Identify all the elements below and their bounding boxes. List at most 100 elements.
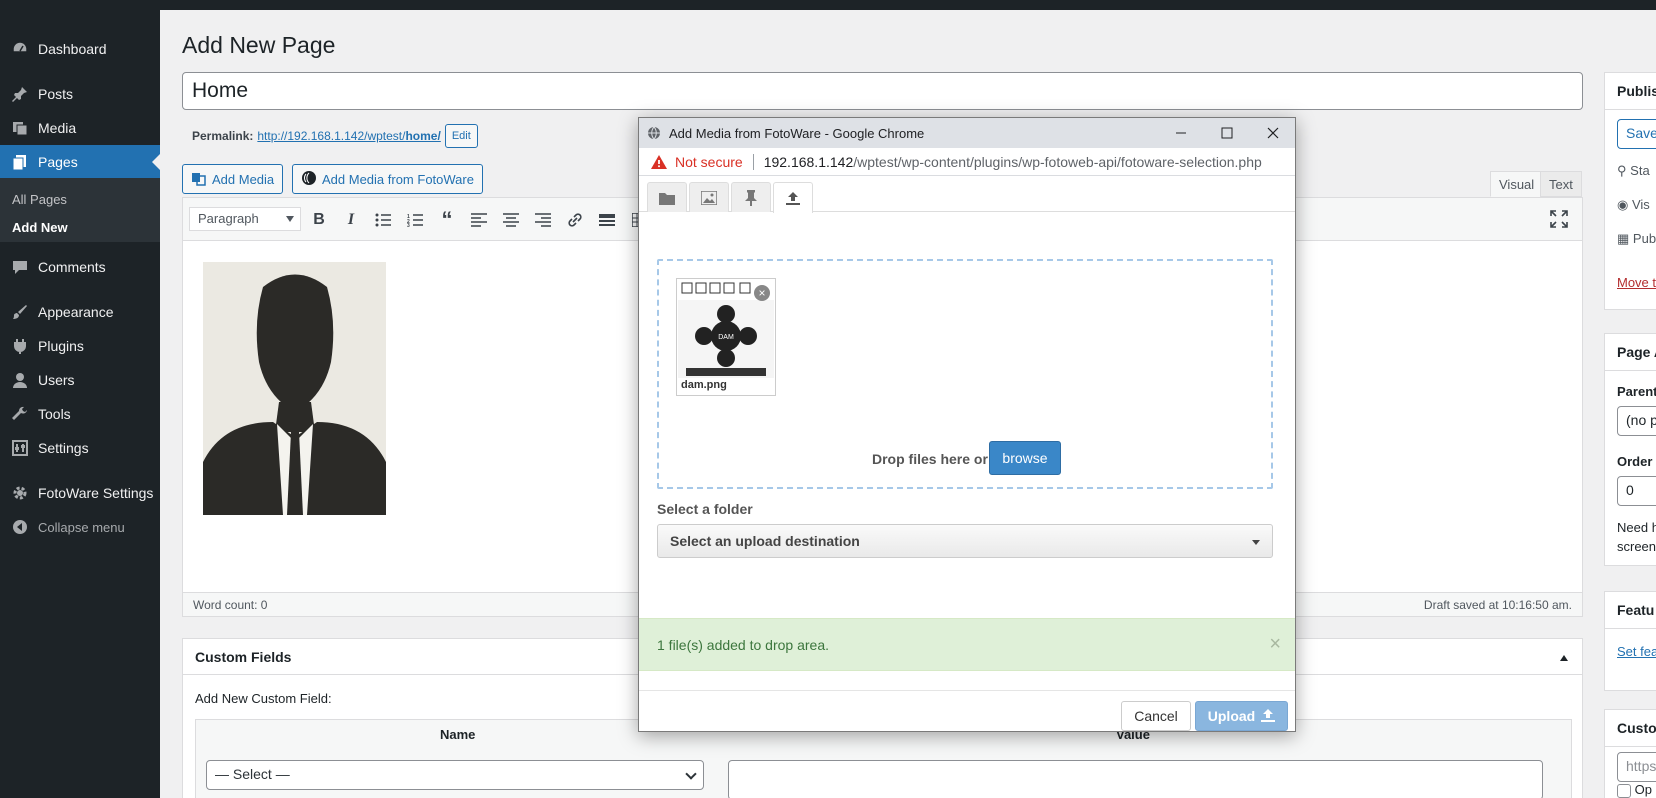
status-label: ⚲ Sta	[1617, 163, 1650, 178]
save-draft-button[interactable]: Save	[1617, 119, 1656, 149]
maximize-icon[interactable]	[1217, 123, 1237, 143]
collapse-label: Collapse menu	[38, 519, 125, 535]
featured-image-box: Featu Set fea	[1604, 591, 1656, 691]
parent-label: Parent	[1617, 384, 1656, 399]
success-alert: 1 file(s) added to drop area. ×	[639, 618, 1295, 671]
active-arrow	[152, 154, 160, 170]
wrench-icon	[10, 404, 30, 424]
screen-text: screen	[1617, 539, 1656, 554]
browse-button[interactable]: browse	[989, 441, 1061, 475]
warning-icon	[651, 154, 667, 169]
add-media-button[interactable]: Add Media	[182, 164, 284, 194]
close-alert-icon[interactable]: ×	[1269, 633, 1281, 656]
sidebar-item-settings[interactable]: Settings	[0, 431, 160, 465]
format-select[interactable]: Paragraph	[189, 207, 301, 231]
custom-field-value-input[interactable]	[728, 760, 1543, 798]
sidebar-item-label: Tools	[38, 406, 71, 422]
visibility-label: ◉ Vis	[1617, 197, 1650, 212]
upload-icon[interactable]	[773, 182, 813, 213]
publish-box: Publish Save ⚲ Sta ◉ Vis ▦ Pub Move t	[1604, 72, 1656, 310]
pin-icon[interactable]	[731, 182, 771, 212]
bold-icon[interactable]: B	[309, 210, 329, 230]
align-center-icon[interactable]	[501, 210, 521, 230]
custom-checkbox-label[interactable]: Op	[1617, 782, 1652, 798]
post-title-input[interactable]	[182, 72, 1583, 110]
drop-area[interactable]: DAM × dam.png Drop files here or browse	[657, 259, 1273, 489]
window-titlebar: Add Media from FotoWare - Google Chrome	[639, 118, 1295, 148]
italic-icon[interactable]: I	[341, 210, 361, 230]
plugin-icon	[10, 336, 30, 356]
submenu-all-pages[interactable]: All Pages	[12, 192, 67, 207]
word-count: Word count: 0	[193, 598, 268, 612]
parent-select[interactable]: (no p	[1617, 406, 1656, 436]
eye-icon: ◉	[1617, 197, 1629, 212]
chevron-down-icon	[685, 768, 697, 780]
minimize-icon[interactable]	[1171, 123, 1191, 143]
close-icon[interactable]	[1263, 123, 1283, 143]
sidebar-item-appearance[interactable]: Appearance	[0, 295, 160, 329]
custom-field-name-select[interactable]: — Select —	[206, 760, 704, 790]
sidebar-item-label: Users	[38, 372, 75, 388]
sidebar-item-tools[interactable]: Tools	[0, 397, 160, 431]
draft-saved-status: Draft saved at 10:16:50 am.	[1423, 598, 1572, 612]
custom-box: Custo https Op	[1604, 709, 1656, 798]
remove-file-icon[interactable]: ×	[754, 285, 770, 301]
fullscreen-icon[interactable]	[1550, 210, 1570, 230]
cancel-button[interactable]: Cancel	[1121, 701, 1191, 731]
sidebar-item-media[interactable]: Media	[0, 111, 160, 145]
sidebar-item-label: FotoWare Settings	[38, 485, 154, 501]
link-icon[interactable]	[565, 210, 585, 230]
tab-visual[interactable]: Visual	[1490, 171, 1544, 197]
svg-text:3: 3	[407, 223, 410, 227]
publish-label: ▦ Pub	[1617, 231, 1656, 246]
sidebar-item-comments[interactable]: Comments	[0, 250, 160, 284]
gear-icon	[10, 483, 30, 503]
sidebar-item-pages[interactable]: Pages	[0, 145, 160, 179]
collapse-menu-button[interactable]: Collapse menu	[0, 510, 160, 544]
sidebar-item-fotoware-settings[interactable]: FotoWare Settings	[0, 476, 160, 510]
sidebar-item-dashboard[interactable]: Dashboard	[0, 32, 160, 66]
image-icon[interactable]	[689, 182, 729, 212]
fotoware-icon	[301, 170, 317, 189]
page-attributes-box: Page A Parent (no p Order 0 Need h scree…	[1604, 333, 1656, 566]
add-media-fotoware-button[interactable]: Add Media from FotoWare	[292, 164, 483, 194]
upload-button[interactable]: Upload	[1195, 701, 1288, 731]
move-to-trash-link[interactable]: Move t	[1617, 275, 1656, 290]
address-bar[interactable]: Not secure 192.168.1.142/wptest/wp-conte…	[639, 148, 1295, 176]
folder-icon[interactable]	[647, 182, 687, 212]
blockquote-icon[interactable]: “	[437, 207, 457, 232]
numbered-list-icon[interactable]: 123	[405, 210, 425, 230]
sidebar-item-label: Pages	[38, 154, 78, 170]
sidebar-item-users[interactable]: Users	[0, 363, 160, 397]
submenu-add-new[interactable]: Add New	[12, 220, 68, 235]
read-more-icon[interactable]	[597, 210, 617, 230]
permalink-link[interactable]: http://192.168.1.142/wptest/home/	[257, 129, 440, 143]
sidebar-item-posts[interactable]: Posts	[0, 77, 160, 111]
divider	[1605, 628, 1656, 629]
bullet-list-icon[interactable]	[373, 210, 393, 230]
calendar-icon: ▦	[1617, 231, 1630, 246]
set-featured-image-link[interactable]: Set fea	[1617, 644, 1656, 659]
sidebar-item-label: Appearance	[38, 304, 114, 320]
pin-icon	[10, 84, 30, 104]
align-right-icon[interactable]	[533, 210, 553, 230]
not-secure-label: Not secure	[675, 153, 743, 170]
order-input[interactable]: 0	[1617, 476, 1656, 506]
divider	[1605, 746, 1656, 747]
portrait-image[interactable]	[203, 262, 386, 515]
tab-text[interactable]: Text	[1540, 171, 1582, 197]
collapse-toggle-icon[interactable]	[1560, 655, 1568, 661]
pages-icon	[10, 152, 30, 172]
custom-url-input[interactable]: https	[1617, 752, 1656, 782]
align-left-icon[interactable]	[469, 210, 489, 230]
sidebar-item-plugins[interactable]: Plugins	[0, 329, 160, 363]
upload-destination-select[interactable]: Select an upload destination	[657, 524, 1273, 558]
sidebar-item-label: Plugins	[38, 338, 84, 354]
file-thumbnail[interactable]: DAM × dam.png	[676, 278, 776, 396]
admin-bar	[0, 0, 1656, 10]
url-text: 192.168.1.142/wptest/wp-content/plugins/…	[763, 153, 1262, 170]
permalink-edit-button[interactable]: Edit	[444, 124, 478, 148]
media-icon	[10, 118, 30, 138]
sidebar-item-label: Posts	[38, 86, 74, 102]
page-title: Add New Page	[182, 32, 336, 58]
